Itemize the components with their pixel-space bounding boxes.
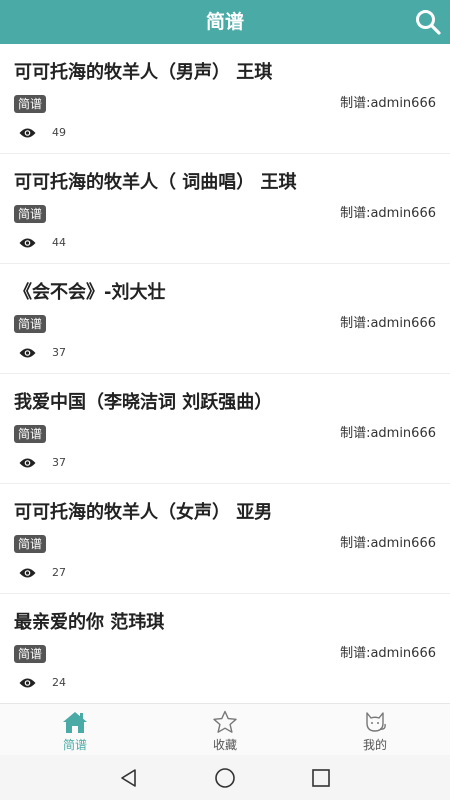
tab-profile[interactable]: 我的 xyxy=(300,704,450,756)
system-nav-bar xyxy=(0,755,450,800)
author-label: 制谱:admin666 xyxy=(340,96,436,111)
author-label: 制谱:admin666 xyxy=(340,316,436,331)
notation-tag: 简谱 xyxy=(14,645,47,663)
song-title: 可可托海的牧羊人（女声） 亚男 xyxy=(14,502,273,523)
tab-label: 收藏 xyxy=(212,738,237,752)
home-icon xyxy=(63,712,87,733)
notation-tag: 简谱 xyxy=(14,95,47,113)
view-count: 49 xyxy=(52,126,66,139)
app-header: 简谱 xyxy=(0,0,450,44)
song-item[interactable]: 可可托海的牧羊人（男声） 王琪 简谱 制谱:admin666 49 xyxy=(0,44,450,154)
eye-icon xyxy=(19,568,36,578)
author-label: 制谱:admin666 xyxy=(340,206,436,221)
cat-icon xyxy=(366,712,386,732)
view-count: 44 xyxy=(52,236,66,249)
song-title: 我爱中国（李晓洁词 刘跃强曲） xyxy=(14,392,273,413)
song-title: 可可托海的牧羊人（男声） 王琪 xyxy=(14,62,273,83)
view-count: 27 xyxy=(52,566,66,579)
eye-icon xyxy=(19,458,36,468)
song-list: 可可托海的牧羊人（男声） 王琪 简谱 制谱:admin666 49 可可托海的牧… xyxy=(0,44,450,703)
page-title: 简谱 xyxy=(205,11,244,33)
eye-icon xyxy=(19,128,36,138)
song-item[interactable]: 我爱中国（李晓洁词 刘跃强曲） 简谱 制谱:admin666 37 xyxy=(0,374,450,484)
song-item[interactable]: 最亲爱的你 范玮琪 简谱 制谱:admin666 24 xyxy=(0,594,450,703)
eye-icon xyxy=(19,238,36,248)
song-item[interactable]: 可可托海的牧羊人（女声） 亚男 简谱 制谱:admin666 27 xyxy=(0,484,450,594)
view-count: 37 xyxy=(52,456,66,469)
back-icon[interactable] xyxy=(118,767,140,789)
song-title: 最亲爱的你 范玮琪 xyxy=(14,612,165,633)
author-label: 制谱:admin666 xyxy=(340,426,436,441)
song-item[interactable]: 《会不会》-刘大壮 简谱 制谱:admin666 37 xyxy=(0,264,450,374)
notation-tag: 简谱 xyxy=(14,205,47,223)
eye-icon xyxy=(19,678,36,688)
author-label: 制谱:admin666 xyxy=(340,646,436,661)
star-icon xyxy=(213,710,237,733)
tab-label: 简谱 xyxy=(62,738,87,752)
tab-label: 我的 xyxy=(362,738,387,752)
notation-tag: 简谱 xyxy=(14,425,47,443)
tab-favorites[interactable]: 收藏 xyxy=(150,704,300,756)
recents-icon[interactable] xyxy=(310,767,332,789)
song-item[interactable]: 可可托海的牧羊人（ 词曲唱） 王琪 简谱 制谱:admin666 44 xyxy=(0,154,450,264)
view-count: 37 xyxy=(52,346,66,359)
song-title: 可可托海的牧羊人（ 词曲唱） 王琪 xyxy=(14,172,297,193)
notation-tag: 简谱 xyxy=(14,315,47,333)
bottom-tab-bar: 简谱 收藏 我的 xyxy=(0,703,450,755)
view-count: 24 xyxy=(52,676,66,689)
song-title: 《会不会》-刘大壮 xyxy=(14,282,166,303)
notation-tag: 简谱 xyxy=(14,535,47,553)
home-circle-icon[interactable] xyxy=(214,767,236,789)
eye-icon xyxy=(19,348,36,358)
search-icon[interactable] xyxy=(414,8,442,36)
tab-notation[interactable]: 简谱 xyxy=(0,704,150,756)
author-label: 制谱:admin666 xyxy=(340,536,436,551)
